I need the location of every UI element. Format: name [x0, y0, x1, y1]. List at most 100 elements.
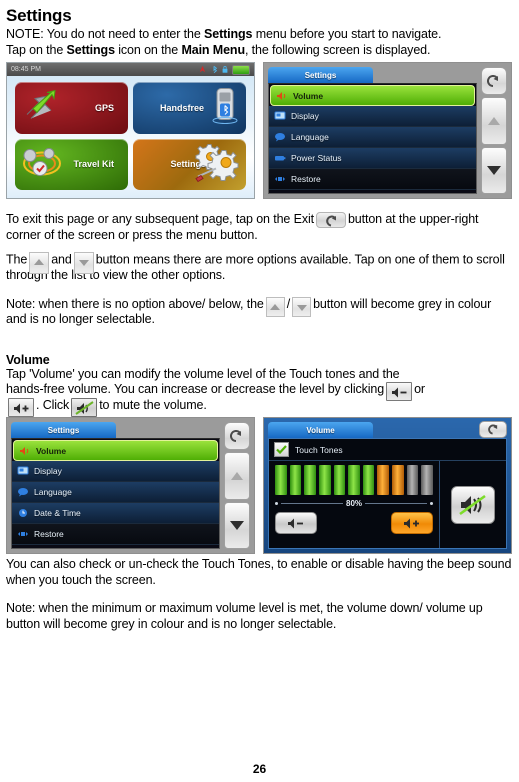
- scroll-text-mid: and: [51, 252, 72, 267]
- settings-item-power-status-1[interactable]: Power Status: [269, 148, 476, 169]
- down-arrow-icon: [78, 260, 89, 266]
- status-clock: 08:45 PM: [11, 66, 41, 73]
- phone-bluetooth-icon: [212, 86, 238, 129]
- settings-item-language-1[interactable]: Language: [269, 127, 476, 148]
- speaker-icon: [18, 445, 31, 456]
- tile-gps[interactable]: GPS: [15, 82, 128, 134]
- volume-up-button[interactable]: [391, 512, 433, 534]
- volume-bar: [304, 465, 316, 495]
- settings-item-label-1-2: Language: [291, 132, 329, 142]
- exit-text-pre: To exit this page or any subsequent page…: [6, 212, 314, 226]
- intro-l1-bold: Settings: [204, 27, 253, 41]
- touch-tones-row[interactable]: Touch Tones: [269, 439, 506, 461]
- mute-button[interactable]: [451, 485, 495, 524]
- volume-panel: Touch Tones 80%: [268, 438, 507, 549]
- volume-exit-button[interactable]: [479, 421, 507, 438]
- touch-tones-checkbox[interactable]: [274, 442, 289, 457]
- settings-item-volume-1[interactable]: Volume: [270, 85, 475, 106]
- scroll-down-button-1[interactable]: [481, 146, 507, 194]
- scroll-down-button-2[interactable]: [224, 501, 250, 549]
- volume-heading: Volume: [6, 352, 50, 367]
- settings-item-volume-2[interactable]: Volume: [13, 440, 218, 461]
- volume-l2-or: or: [414, 382, 425, 396]
- settings-list-wrap-1: Settings Volume Display Language Power S…: [268, 67, 477, 194]
- speaker-plus-icon: [14, 403, 29, 414]
- track-line-right: [365, 502, 428, 504]
- volume-left-column: 80%: [269, 461, 440, 548]
- settings-tabbar-2: Settings: [11, 422, 220, 438]
- inline-scroll-up-button[interactable]: [29, 252, 50, 274]
- volume-button-row: [275, 512, 433, 534]
- settings-item-language-2[interactable]: Language: [12, 482, 219, 503]
- tab-settings-1[interactable]: Settings: [268, 67, 373, 83]
- check-icon: [276, 445, 287, 454]
- intro-l1-pre: NOTE: You do not need to enter the: [6, 27, 205, 41]
- speaker-minus-icon: [392, 387, 407, 398]
- volume-bar: [348, 465, 360, 495]
- exit-paragraph: To exit this page or any subsequent page…: [6, 212, 513, 243]
- down-arrow-icon: [487, 165, 501, 175]
- scroll-up-button-1[interactable]: [481, 97, 507, 145]
- gears-icon: [192, 141, 242, 188]
- settings-tabbar-1: Settings: [268, 67, 477, 83]
- volume-bar: [392, 465, 404, 495]
- intro-l2-bold1: Settings: [66, 42, 115, 57]
- speaker-mute-icon: [459, 494, 486, 515]
- scroll-up-button-2[interactable]: [224, 452, 250, 500]
- settings-item-display-1[interactable]: Display: [269, 106, 476, 127]
- back-arrow-icon: [230, 429, 241, 442]
- inline-note-down-button[interactable]: [292, 296, 312, 317]
- inline-mute-button[interactable]: [71, 397, 98, 417]
- tile-settings[interactable]: Settings: [133, 138, 246, 190]
- tab-volume[interactable]: Volume: [268, 422, 373, 438]
- settings-item-label-2-2: Language: [34, 487, 72, 497]
- gps-arrow-icon: [21, 88, 61, 127]
- exit-button-2[interactable]: [224, 422, 250, 450]
- screenshot-row-top: 08:45 PM GPS Handsfree Travel Kit Settin…: [6, 62, 513, 199]
- settings-item-display-2[interactable]: Display: [12, 461, 219, 482]
- speaker-mute-icon: [75, 400, 94, 415]
- main-menu-screenshot: 08:45 PM GPS Handsfree Travel Kit Settin…: [6, 62, 255, 199]
- settings-item-date-time-2[interactable]: Date & Time: [12, 503, 219, 524]
- intro-paragraph: NOTE: You do not need to enter the Setti…: [6, 27, 513, 58]
- inline-volume-down-button[interactable]: [386, 382, 413, 402]
- exit-button-1[interactable]: [481, 67, 507, 95]
- down-arrow-icon: [230, 520, 244, 530]
- manual-page: Settings NOTE: You do not need to enter …: [0, 0, 519, 632]
- settings-rail-1: [481, 67, 507, 194]
- settings-item-restore-1[interactable]: Restore: [269, 169, 476, 190]
- settings-items-2: Volume Display Language Date & Time Rest…: [11, 438, 220, 549]
- scroll-text-pre: The: [6, 252, 28, 267]
- inline-volume-up-button[interactable]: [8, 397, 34, 417]
- volume-l2-pre: hands-free volume. You can increase or d…: [6, 382, 385, 396]
- intro-l2-bold2: Main Menu: [181, 42, 245, 57]
- tile-label-gps: GPS: [94, 102, 114, 113]
- tile-travel-kit[interactable]: Travel Kit: [15, 138, 128, 190]
- volume-down-button[interactable]: [275, 512, 317, 534]
- settings-item-label-1-0: Volume: [293, 90, 324, 101]
- inline-exit-button[interactable]: [315, 212, 346, 229]
- speaker-minus-icon: [288, 518, 303, 528]
- battery-icon: [273, 153, 286, 164]
- settings-item-restore-2[interactable]: Restore: [12, 524, 219, 545]
- main-menu-tiles: GPS Handsfree Travel Kit Settings: [7, 76, 254, 198]
- device-status-bar: 08:45 PM: [7, 63, 254, 76]
- lock-status-icon: [222, 66, 228, 73]
- tile-label-travel-kit: Travel Kit: [73, 159, 114, 170]
- back-arrow-icon: [326, 215, 336, 227]
- gps-status-icon: [199, 65, 206, 73]
- speaker-plus-icon: [404, 518, 419, 528]
- volume-lower: 80%: [269, 461, 506, 548]
- status-icons: [198, 64, 250, 75]
- volume-l3-pre: . Click: [36, 397, 70, 412]
- minmax-note: Note: when the minimum or maximum volume…: [6, 601, 483, 631]
- inline-scroll-down-button[interactable]: [73, 252, 94, 274]
- display-icon: [273, 111, 286, 122]
- settings-items-1: Volume Display Language Power Status Res…: [268, 83, 477, 194]
- tile-handsfree[interactable]: Handsfree: [133, 82, 246, 134]
- settings-item-label-1-4: Restore: [291, 174, 321, 184]
- volume-percent-label: 80%: [346, 498, 363, 508]
- volume-bar: [275, 465, 287, 495]
- inline-note-up-button[interactable]: [265, 296, 285, 317]
- tab-settings-2[interactable]: Settings: [11, 422, 116, 438]
